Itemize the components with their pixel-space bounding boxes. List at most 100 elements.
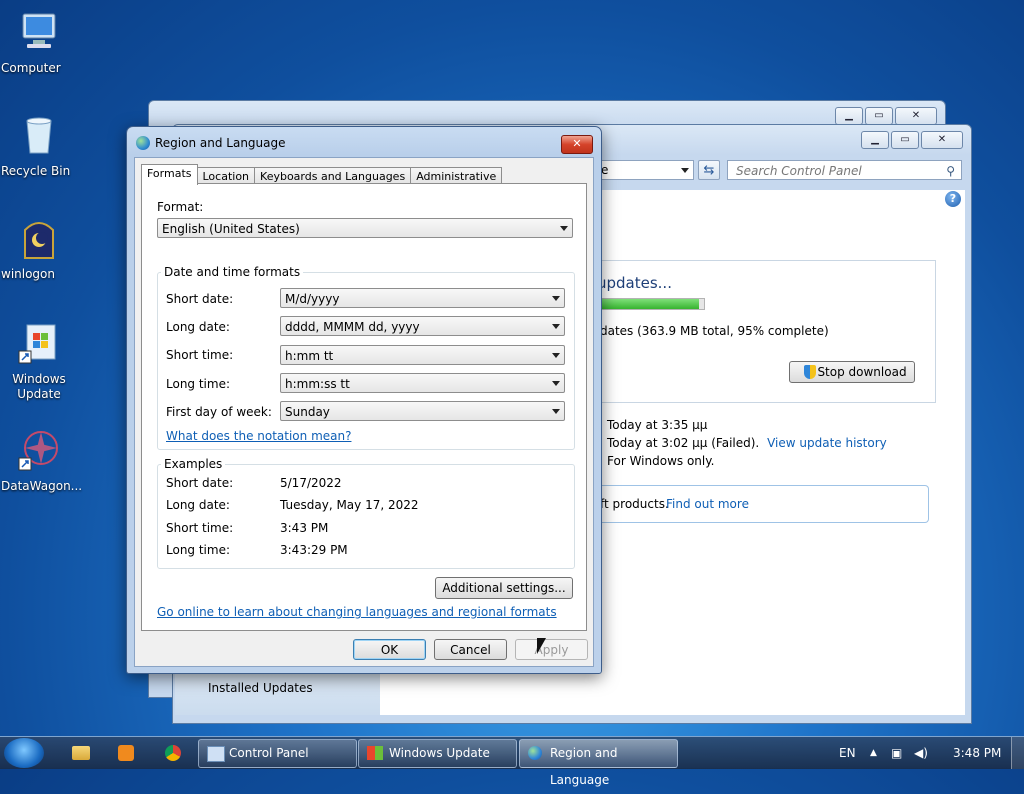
stop-download-label: Stop download [817,365,907,379]
clock[interactable]: 3:48 PM [953,737,1001,769]
search-placeholder: Search Control Panel [736,164,862,178]
region-language-dialog[interactable]: Region and Language ✕ Formats Location K… [126,126,602,674]
taskbar-item-label: Windows Update [389,746,490,760]
first-day-label: First day of week: [166,405,272,419]
desktop-icon-datawagon[interactable]: DataWagon... [1,428,82,493]
mouse-cursor-icon [537,638,546,654]
computer-icon [22,13,56,48]
globe-icon [136,136,150,150]
taskbar-item-control-panel[interactable]: Control Panel [198,739,357,768]
long-time-label: Long time: [166,377,231,391]
window-caption-buttons: ▁ ▭ ✕ [835,107,937,125]
ex-long-date-label: Long date: [166,498,230,512]
close-button[interactable]: ✕ [561,135,593,154]
minimize-button[interactable]: ▁ [861,131,889,149]
first-day-value: Sunday [285,405,330,419]
receive-updates-value: For Windows only. [607,454,715,468]
chrome-icon[interactable] [165,745,181,761]
close-button[interactable]: ✕ [895,107,937,125]
globe-icon [528,746,542,760]
desktop-icon-winlogon[interactable]: winlogon [1,216,77,281]
dialog-title: Region and Language [155,136,286,150]
view-update-history-link[interactable]: View update history [767,436,887,450]
taskbar-item-region-language[interactable]: Region and Language [519,739,678,787]
notation-link[interactable]: What does the notation mean? [166,429,351,443]
short-time-value: h:mm tt [285,349,334,363]
cancel-button[interactable]: Cancel [434,639,507,660]
stop-download-button[interactable]: Stop download [789,361,915,383]
shield-icon [804,365,816,379]
ok-button[interactable]: OK [353,639,426,660]
help-icon[interactable]: ? [945,191,961,207]
recycle-bin-icon [26,117,52,154]
tab-formats[interactable]: Formats [141,164,198,185]
desktop-icon-label: Windows Update [12,372,66,401]
installed-updates-link[interactable]: Installed Updates [208,681,313,695]
windows-update-icon [367,746,383,760]
desktop-icon-label: winlogon [1,267,55,281]
taskbar: Control Panel Windows Update Region and … [0,736,1024,787]
format-select[interactable]: English (United States) [157,218,573,238]
group-title: Date and time formats [161,265,304,279]
taskbar-item-label: Control Panel [229,746,309,760]
taskbar-item-windows-update[interactable]: Windows Update [358,739,517,768]
datawagon-icon [18,431,58,471]
download-progress-bar [597,298,705,310]
show-hidden-icons-icon[interactable]: ▲ [870,737,877,769]
chevron-down-icon [552,381,560,386]
volume-icon[interactable]: ◀) [914,737,928,769]
desktop-icon-recycle-bin[interactable]: Recycle Bin [1,113,77,178]
language-indicator[interactable]: EN [839,737,856,769]
long-time-select[interactable]: h:mm:ss tt [280,373,565,393]
address-dropdown-icon[interactable] [681,168,689,173]
long-date-value: dddd, MMMM dd, yyyy [285,320,420,334]
ex-long-date-value: Tuesday, May 17, 2022 [280,498,419,512]
short-date-label: Short date: [166,292,234,306]
maximize-button[interactable]: ▭ [865,107,893,125]
desktop-icon-computer[interactable]: Computer [1,10,77,75]
ex-long-time-label: Long time: [166,543,231,557]
find-out-more-link[interactable]: Find out more [666,497,749,511]
minimize-button[interactable]: ▁ [835,107,863,125]
control-panel-icon [207,746,225,762]
long-date-select[interactable]: dddd, MMMM dd, yyyy [280,316,565,336]
chevron-down-icon [552,409,560,414]
search-input[interactable]: Search Control Panel ⚲ [727,160,962,180]
updates-installed-text: Today at 3:02 μμ (Failed). [607,436,760,450]
chevron-down-icon [560,226,568,231]
long-date-label: Long date: [166,320,230,334]
show-desktop-button[interactable] [1011,737,1024,769]
ex-long-time-value: 3:43:29 PM [280,543,348,557]
apply-button: Apply [515,639,588,660]
short-date-value: M/d/yyyy [285,292,340,306]
chevron-down-icon [552,324,560,329]
desktop-icon-label: DataWagon... [1,479,83,493]
online-languages-link[interactable]: Go online to learn about changing langua… [157,605,557,619]
short-date-select[interactable]: M/d/yyyy [280,288,565,308]
ex-short-date-value: 5/17/2022 [280,476,342,490]
refresh-icon[interactable]: ⇆ [698,160,720,180]
short-time-select[interactable]: h:mm tt [280,345,565,365]
ex-short-time-label: Short time: [166,521,234,535]
chevron-down-icon [552,296,560,301]
desktop-icon-label: Recycle Bin [1,164,71,178]
desktop-icon-windows-update[interactable]: Windows Update [1,321,77,401]
network-icon[interactable]: ▣ [891,737,902,769]
recent-check-value: Today at 3:35 μμ [607,418,708,432]
address-bar[interactable]: e [596,160,694,180]
desktop-icon-label: Computer [1,61,61,75]
additional-settings-button[interactable]: Additional settings... [435,577,573,599]
status-detail: dates (363.9 MB total, 95% complete) [600,324,829,338]
media-player-icon[interactable] [118,745,134,761]
start-button[interactable] [4,738,44,768]
tab-strip: Formats Location Keyboards and Languages… [141,164,503,185]
maximize-button[interactable]: ▭ [891,131,919,149]
updates-installed-value: Today at 3:02 μμ (Failed). View update h… [607,436,887,450]
search-icon[interactable]: ⚲ [946,161,955,181]
close-button[interactable]: ✕ [921,131,963,149]
explorer-icon[interactable] [72,746,90,760]
address-text: e [601,163,609,177]
taskbar-item-label: Region and Language [550,746,618,787]
dialog-body: Formats Location Keyboards and Languages… [134,157,594,667]
first-day-select[interactable]: Sunday [280,401,565,421]
